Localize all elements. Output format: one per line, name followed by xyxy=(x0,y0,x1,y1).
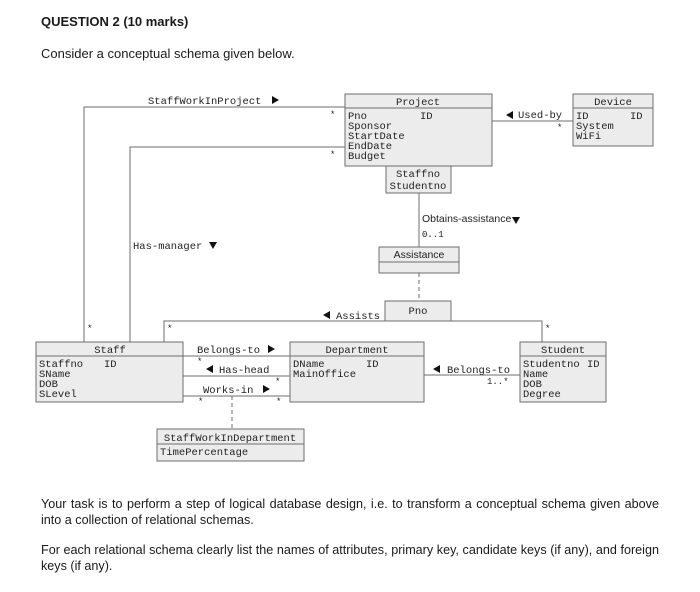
multiplicity: * xyxy=(198,397,203,407)
assoc-label-belongs-to: Belongs-to xyxy=(197,345,260,357)
class-assistance: Assistance xyxy=(378,246,460,274)
multiplicity: * xyxy=(276,397,281,407)
attribute: WiFi xyxy=(576,131,601,143)
multiplicity: * xyxy=(330,110,335,120)
multiplicity: 1..* xyxy=(487,377,509,387)
class-name: Project xyxy=(396,97,440,109)
multiplicity: * xyxy=(197,357,202,367)
multiplicity: * xyxy=(87,324,92,334)
direction-right-icon xyxy=(272,96,279,104)
assoc-label-works-in: Works-in xyxy=(203,385,253,397)
attribute: SLevel xyxy=(39,389,77,401)
class-name: Student xyxy=(541,345,585,357)
class-name: Department xyxy=(325,345,388,357)
qualifier-assists: Pno xyxy=(384,300,452,322)
attribute: TimePercentage xyxy=(160,447,248,459)
multiplicity: * xyxy=(545,324,550,334)
class-student: Student Studentno ID Name DOB Degree xyxy=(519,341,607,403)
class-name: Assistance xyxy=(394,249,445,261)
direction-left-icon xyxy=(433,365,440,373)
attribute: Degree xyxy=(523,389,561,401)
qualifier-attr: Pno xyxy=(409,306,428,318)
class-device: Device ID ID System WiFi xyxy=(572,93,654,147)
id-marker: ID xyxy=(104,359,117,371)
id-marker: ID xyxy=(587,359,600,371)
class-name: Device xyxy=(594,97,632,109)
direction-down-icon xyxy=(209,242,217,249)
qualifier-attr: Studentno xyxy=(390,181,447,193)
attribute: MainOffice xyxy=(293,369,356,381)
multiplicity: * xyxy=(330,150,335,160)
assoc-label-belongs-to: Belongs-to xyxy=(447,365,510,377)
attribute: Budget xyxy=(348,151,386,163)
direction-right-icon xyxy=(268,345,275,353)
direction-left-icon xyxy=(206,365,213,373)
class-name: StaffWorkInDepartment xyxy=(164,433,296,445)
assoc-label-obtains-assistance: Obtains-assistance xyxy=(422,213,511,225)
id-marker: ID xyxy=(366,359,379,371)
multiplicity: * xyxy=(275,377,280,387)
class-name: Staff xyxy=(94,345,126,357)
direction-right-icon xyxy=(263,385,270,393)
direction-down-icon xyxy=(512,217,520,224)
task-description: Your task is to perform a step of logica… xyxy=(41,496,659,588)
class-project: Project Pno ID Sponsor StartDate EndDate… xyxy=(344,93,493,167)
conceptual-schema-diagram: Project Pno ID Sponsor StartDate EndDate… xyxy=(35,93,654,462)
assoc-label-staff-work-in-project: StaffWorkInProject xyxy=(148,96,261,108)
multiplicity: 0..1 xyxy=(422,230,444,240)
assoc-label-has-head: Has-head xyxy=(219,365,269,377)
qualifier-attr: Staffno xyxy=(396,169,440,181)
task-paragraph: Your task is to perform a step of logica… xyxy=(41,497,659,527)
multiplicity: * xyxy=(167,324,172,334)
qualifier-project: Staffno Studentno xyxy=(385,165,452,194)
multiplicity: * xyxy=(557,123,562,133)
task-paragraph: For each relational schema clearly list … xyxy=(41,543,659,573)
assoc-label-assists: Assists xyxy=(336,311,380,323)
class-staff: Staff Staffno ID SName DOB SLevel xyxy=(35,341,184,403)
direction-left-icon xyxy=(506,111,513,119)
class-department: Department DName ID MainOffice xyxy=(289,341,425,403)
direction-left-icon xyxy=(323,311,330,319)
assoc-label-used-by: Used-by xyxy=(518,110,562,122)
assists-line xyxy=(163,320,543,342)
id-marker: ID xyxy=(630,111,643,123)
id-marker: ID xyxy=(420,111,433,123)
assoc-label-has-manager: Has-manager xyxy=(133,241,202,253)
class-staff-work-in-department: StaffWorkInDepartment TimePercentage xyxy=(156,428,305,462)
staff-work-in-project-line xyxy=(83,106,345,342)
